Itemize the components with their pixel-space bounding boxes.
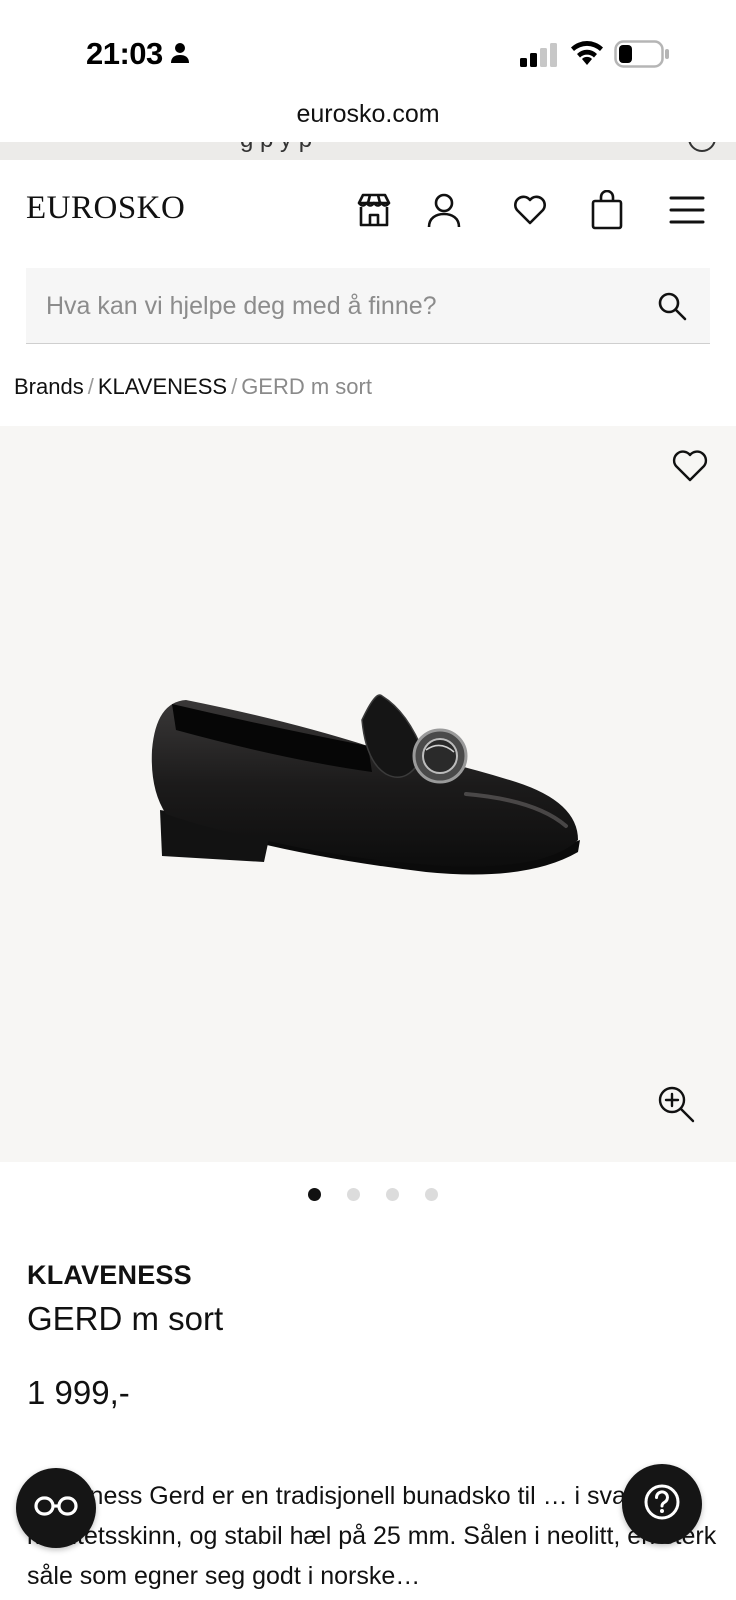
gallery-dot-3[interactable] xyxy=(386,1188,399,1201)
store-icon[interactable] xyxy=(352,188,396,232)
cellular-signal-icon xyxy=(520,43,560,72)
breadcrumb-separator: / xyxy=(231,374,238,399)
gallery-dot-2[interactable] xyxy=(347,1188,360,1201)
glasses-icon xyxy=(34,1495,78,1522)
shopping-bag-icon[interactable] xyxy=(585,188,629,232)
menu-icon[interactable] xyxy=(665,188,709,232)
person-icon xyxy=(170,42,190,69)
help-button[interactable] xyxy=(622,1464,702,1544)
breadcrumb-link-klaveness[interactable]: KLAVENESS xyxy=(98,374,227,399)
breadcrumb-current: GERD m sort xyxy=(241,374,372,399)
wishlist-heart-icon[interactable] xyxy=(508,188,552,232)
search-bar xyxy=(26,268,710,344)
gallery-pagination xyxy=(0,1188,736,1201)
account-icon[interactable] xyxy=(422,188,466,232)
breadcrumb-link-brands[interactable]: Brands xyxy=(14,374,84,399)
status-bar: 21:03 xyxy=(0,0,736,100)
search-icon[interactable] xyxy=(648,282,696,330)
product-image[interactable] xyxy=(146,690,596,895)
accessibility-glasses-button[interactable] xyxy=(16,1468,96,1548)
product-brand[interactable]: KLAVENESS xyxy=(27,1260,192,1291)
breadcrumb-separator: / xyxy=(87,374,94,399)
gallery-dot-1[interactable] xyxy=(308,1188,321,1201)
site-header: EUROSKO xyxy=(0,160,736,260)
wifi-icon xyxy=(570,40,604,71)
status-time: 21:03 xyxy=(86,36,163,71)
zoom-in-icon[interactable] xyxy=(656,1084,704,1132)
battery-icon xyxy=(614,40,670,73)
product-image-gallery[interactable] xyxy=(0,426,736,1162)
help-question-icon xyxy=(642,1482,682,1527)
product-description: Klaveness Gerd er en tradisjonell bunads… xyxy=(27,1482,717,1590)
promo-banner-text: g p y p xyxy=(240,142,312,154)
browser-url[interactable]: eurosko.com xyxy=(0,100,736,129)
promo-banner[interactable]: g p y p xyxy=(0,142,736,160)
eurosko-logo[interactable]: EUROSKO xyxy=(26,190,185,227)
add-to-wishlist-heart-icon[interactable] xyxy=(672,450,712,490)
breadcrumb: Brands / KLAVENESS / GERD m sort xyxy=(14,374,372,400)
info-icon[interactable] xyxy=(688,142,716,152)
product-name: GERD m sort xyxy=(27,1300,224,1337)
search-input[interactable] xyxy=(46,268,636,344)
gallery-dot-4[interactable] xyxy=(425,1188,438,1201)
product-price: 1 999,- xyxy=(27,1374,130,1411)
